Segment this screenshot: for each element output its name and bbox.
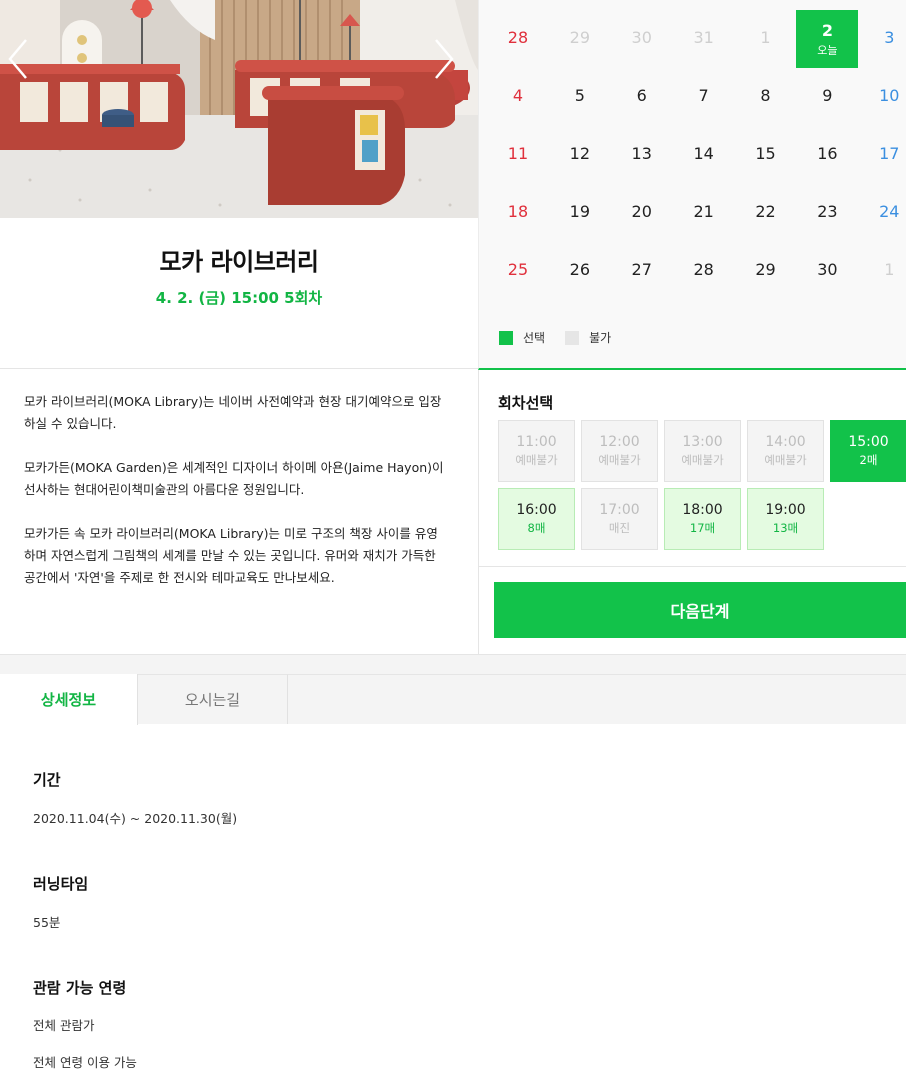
period-label: 기간: [33, 771, 61, 789]
calendar-day[interactable]: 19: [549, 182, 611, 240]
venue-photo: [0, 0, 478, 218]
age-value: 전체 연령 이용 가능: [33, 1055, 137, 1070]
period-value: 2020.11.04(수) ~ 2020.11.30(월): [33, 811, 238, 826]
session-slot: 14:00 예매불가: [747, 420, 824, 482]
session-slot: 17:00 매진: [581, 488, 658, 550]
calendar-day: 29: [569, 27, 591, 47]
session-slot[interactable]: 16:00 8매: [498, 488, 575, 550]
session-slot: 11:00 예매불가: [498, 420, 575, 482]
runtime-value: 55분: [33, 915, 61, 930]
calendar-day[interactable]: 10: [858, 66, 906, 124]
session-heading: 회차선택: [498, 394, 554, 412]
calendar-day[interactable]: 12: [549, 124, 611, 182]
calendar-day: 1: [884, 259, 895, 279]
calendar-day[interactable]: 24: [858, 182, 906, 240]
session-slot-selected[interactable]: 15:00 2매: [830, 420, 906, 482]
divider: [478, 566, 906, 567]
tab-directions[interactable]: 오시는길: [138, 674, 288, 724]
description-paragraph: 모카 라이브러리(MOKA Library)는 네이버 사전예약과 현장 대기예…: [24, 394, 442, 431]
selected-session-summary: 4. 2. (금) 15:00 5회차: [155, 289, 323, 307]
legend-unavailable-swatch: [565, 330, 580, 345]
chevron-right-icon[interactable]: [428, 34, 458, 84]
calendar-grid: 28 29 30 31 1 2 오늘 3 4 5 6 7 8 9 10 11 1…: [487, 8, 905, 298]
calendar-day[interactable]: 18: [487, 182, 549, 240]
calendar-day-today[interactable]: 2 오늘: [796, 10, 859, 68]
calendar-legend: 선택 불가: [499, 329, 611, 346]
calendar-day[interactable]: 29: [735, 240, 797, 298]
legend-selected-label: 선택: [523, 331, 546, 345]
calendar-day[interactable]: 13: [611, 124, 673, 182]
calendar-day[interactable]: 11: [487, 124, 549, 182]
legend-unavailable-label: 불가: [589, 331, 612, 345]
session-selector: 회차선택 11:00 예매불가 12:00 예매불가 13:00 예매불가 14:00…: [478, 372, 906, 654]
calendar-day: 30: [631, 27, 652, 47]
calendar-day[interactable]: 21: [673, 182, 735, 240]
section-divider: [0, 654, 906, 674]
description-paragraph: 모카가든 속 모카 라이브러리(MOKA Library)는 미로 구조의 책장…: [24, 526, 438, 585]
session-slot: 13:00 예매불가: [664, 420, 741, 482]
calendar-day: 1: [760, 27, 771, 47]
session-slot[interactable]: 18:00 17매: [664, 488, 741, 550]
age-value: 전체 관람가: [33, 1018, 95, 1033]
event-title: 모카 라이브러리: [159, 248, 319, 276]
calendar-day[interactable]: 16: [796, 124, 858, 182]
session-slot[interactable]: 19:00 13매: [747, 488, 824, 550]
calendar-day[interactable]: 3: [858, 8, 906, 66]
calendar-day[interactable]: 28: [673, 240, 735, 298]
calendar-day: 28: [507, 27, 529, 47]
tab-bar-fill: [288, 674, 906, 724]
session-slots: 11:00 예매불가 12:00 예매불가 13:00 예매불가 14:00 예매불가 …: [498, 420, 906, 550]
tab-details[interactable]: 상세정보: [0, 674, 138, 725]
calendar-day[interactable]: 4: [487, 66, 549, 124]
runtime-label: 러닝타임: [33, 875, 89, 893]
calendar-day[interactable]: 5: [549, 66, 611, 124]
event-title-block: 모카 라이브러리 4. 2. (금) 15:00 5회차: [0, 218, 478, 368]
calendar-day[interactable]: 7: [673, 66, 735, 124]
calendar-day[interactable]: 6: [611, 66, 673, 124]
calendar-day[interactable]: 27: [611, 240, 673, 298]
calendar-day[interactable]: 17: [858, 124, 906, 182]
calendar-day[interactable]: 25: [487, 240, 549, 298]
session-slot: 12:00 예매불가: [581, 420, 658, 482]
library-interior-image: [0, 0, 478, 218]
calendar-day[interactable]: 9: [796, 66, 858, 124]
calendar-day: 31: [693, 27, 714, 47]
next-step-button[interactable]: 다음단계: [494, 582, 906, 638]
info-tabs: 상세정보 오시는길: [0, 674, 906, 725]
age-label: 관람 가능 연령: [33, 979, 127, 997]
chevron-left-icon[interactable]: [4, 34, 34, 84]
calendar-day[interactable]: 14: [673, 124, 735, 182]
calendar-day[interactable]: 8: [735, 66, 797, 124]
date-calendar: 28 29 30 31 1 2 오늘 3 4 5 6 7 8 9 10 11 1…: [478, 0, 906, 370]
calendar-day[interactable]: 23: [796, 182, 858, 240]
calendar-day[interactable]: 26: [549, 240, 611, 298]
description-paragraph: 모카가든(MOKA Garden)은 세계적인 디자이너 하이메 아욘(Jaim…: [24, 460, 444, 497]
today-label: 오늘: [817, 43, 838, 57]
event-description: 모카 라이브러리(MOKA Library)는 네이버 사전예약과 현장 대기예…: [0, 368, 479, 654]
calendar-day[interactable]: 30: [796, 240, 858, 298]
calendar-day[interactable]: 15: [735, 124, 797, 182]
calendar-day[interactable]: 22: [735, 182, 797, 240]
calendar-day[interactable]: 20: [611, 182, 673, 240]
legend-selected-swatch: [499, 330, 513, 345]
